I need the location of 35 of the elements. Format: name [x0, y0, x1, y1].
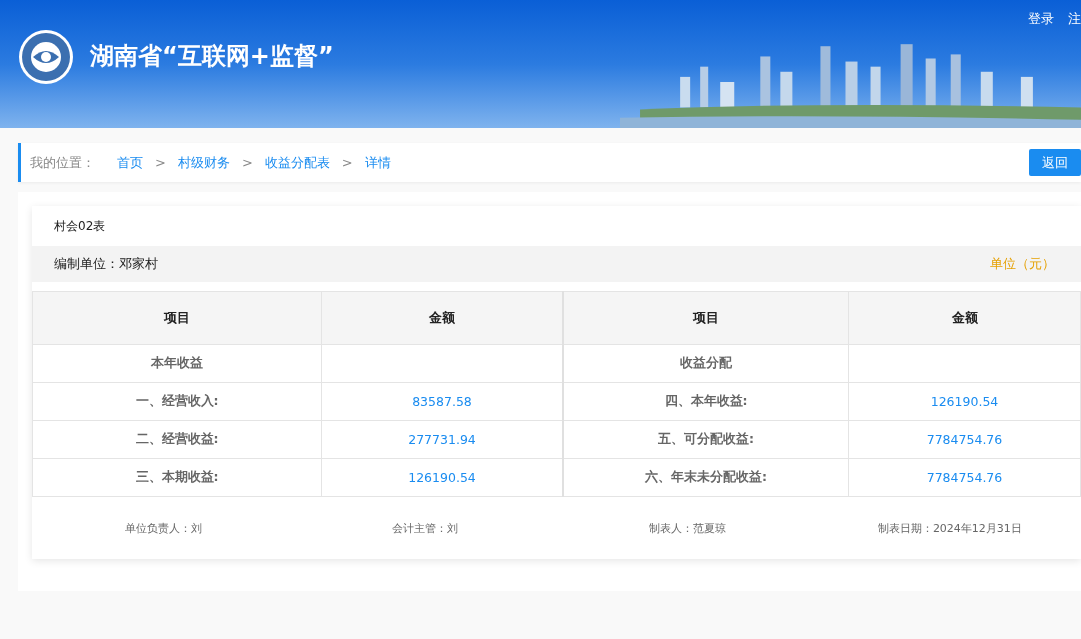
table-cell: 六、年末未分配收益: [563, 458, 849, 497]
breadcrumb-link[interactable]: 村级财务 [177, 153, 230, 172]
table-cell: 收益分配 [563, 344, 849, 383]
table-cell: 一、经营收入: [32, 382, 322, 421]
form-code: 村会02表 [54, 217, 106, 235]
header-link[interactable]: 注 [1068, 10, 1081, 28]
header-link[interactable]: 登录 [1028, 10, 1054, 28]
table-cell: 7784754.76 [848, 458, 1081, 497]
breadcrumb-separator: > [341, 155, 353, 170]
table-cell: 四、本年收益: [563, 382, 849, 421]
breadcrumb-link[interactable]: 详情 [364, 153, 391, 172]
signature-text: 制表人：范夏琼 [649, 520, 727, 536]
currency-label: 单位（元） [990, 255, 1055, 273]
table-cell: 五、可分配收益: [563, 420, 849, 459]
table-cell: 本年收益 [32, 344, 322, 383]
eye-logo-icon [18, 29, 74, 85]
table-cell: 7784754.76 [848, 420, 1081, 459]
column-header: 金额 [321, 291, 563, 345]
breadcrumb-label: 我的位置： [30, 153, 95, 172]
signature-text: 单位负责人：刘 [124, 520, 202, 536]
breadcrumb-link[interactable]: 收益分配表 [264, 153, 330, 172]
column-header: 项目 [563, 291, 849, 345]
table-cell: 126190.54 [848, 382, 1081, 421]
unit-label: 编制单位：邓家村 [54, 255, 158, 273]
column-header: 项目 [32, 291, 322, 345]
signature-text: 会计主管：刘 [392, 520, 459, 536]
table-cell: 三、本期收益: [32, 458, 322, 497]
site-title: 湖南省“互联网+监督” [90, 41, 334, 72]
signature-text: 制表日期：2024年12月31日 [877, 520, 1022, 536]
column-header: 金额 [848, 291, 1081, 345]
back-button[interactable]: 返回 [1029, 149, 1081, 176]
breadcrumb-link[interactable]: 首页 [117, 153, 143, 172]
breadcrumb-separator: > [155, 155, 166, 170]
table-cell: 二、经营收益: [32, 420, 322, 459]
breadcrumb-separator: > [241, 155, 253, 170]
